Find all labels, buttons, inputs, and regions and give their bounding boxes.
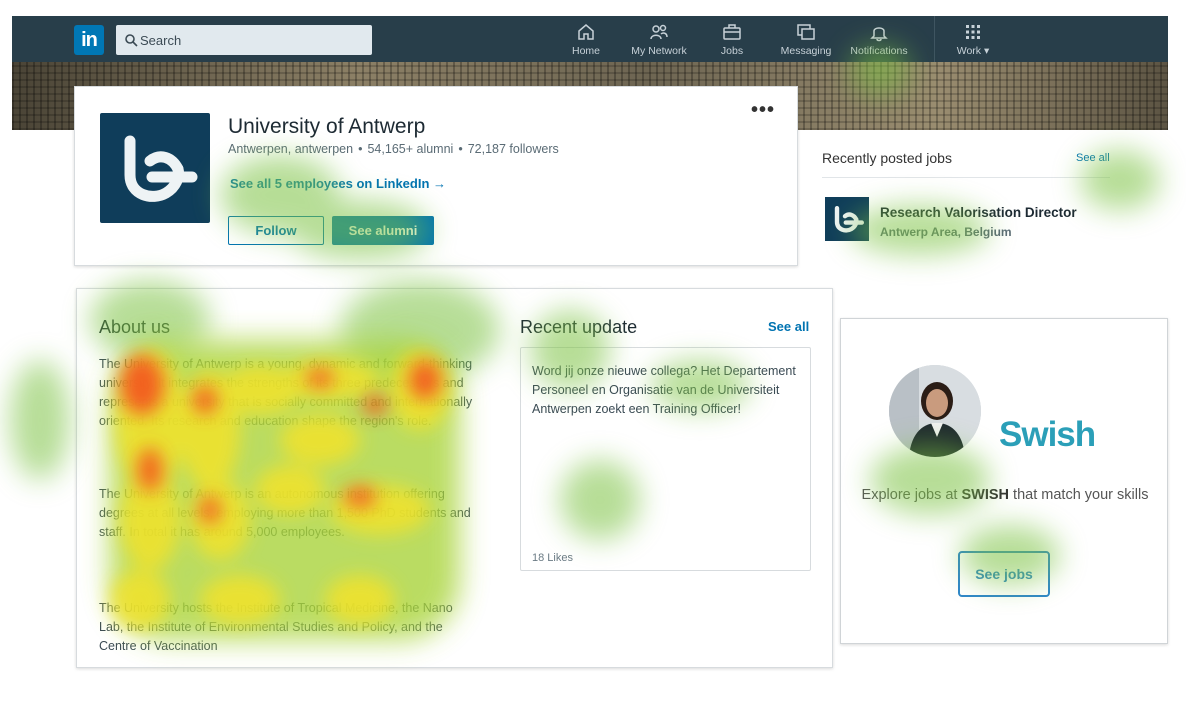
nav-home-label: Home — [571, 45, 600, 57]
recent-jobs-heading: Recently posted jobs — [822, 150, 952, 166]
swish-logo: Swish — [999, 415, 1096, 454]
employees-link[interactable]: See all 5 employees on LinkedIn → — [230, 176, 446, 191]
update-text: Word jij onze nieuwe collega? Het Depart… — [532, 364, 796, 416]
nav-notifications-label: Notifications — [850, 45, 908, 57]
uantwerp-logo-mark-small — [834, 206, 864, 233]
nav-jobs[interactable]: Jobs — [716, 22, 748, 60]
ad-person-photo — [889, 365, 981, 457]
nav-messaging[interactable]: Messaging — [776, 22, 836, 60]
home-icon — [578, 24, 594, 40]
ad-text-prefix: Explore jobs at — [861, 487, 962, 503]
company-followers: 72,187 followers — [467, 142, 559, 156]
job-company-logo[interactable] — [825, 197, 869, 241]
messaging-icon — [797, 24, 815, 40]
nav-work[interactable]: Work ▾ — [952, 22, 994, 60]
about-card: About us The University of Antwerp is a … — [76, 288, 833, 668]
ad-card: Swish Explore jobs at SWISH that match y… — [840, 318, 1168, 644]
ad-text-suffix: that match your skills — [1009, 487, 1149, 503]
follow-button[interactable]: Follow — [228, 216, 324, 245]
top-nav-bar: in Home My Network Jobs Messaging Notifi… — [12, 16, 1168, 62]
about-heading: About us — [99, 317, 171, 337]
grid-icon — [966, 25, 980, 39]
search-icon — [125, 34, 138, 47]
company-logo — [100, 113, 210, 223]
linkedin-logo[interactable]: in — [74, 25, 104, 55]
company-name: University of Antwerp — [228, 115, 426, 138]
about-paragraph: The University of Antwerp is an autonomo… — [99, 487, 471, 539]
recent-jobs-see-all-link[interactable]: See all — [1076, 152, 1110, 164]
update-post[interactable]: Word jij onze nieuwe collega? Het Depart… — [520, 347, 811, 571]
bell-icon — [870, 27, 888, 42]
job-location: Antwerp Area, Belgium — [880, 225, 1012, 239]
nav-work-label: Work ▾ — [956, 45, 990, 57]
recent-update-heading: Recent update — [520, 317, 638, 337]
nav-home[interactable]: Home — [564, 22, 608, 60]
nav-my-network-label: My Network — [631, 45, 687, 57]
nav-messaging-label: Messaging — [780, 45, 832, 57]
nav-divider — [934, 16, 935, 62]
company-top-card: University of Antwerp Antwerpen, antwerp… — [74, 86, 798, 266]
see-jobs-button[interactable]: See jobs — [958, 551, 1050, 597]
company-meta: Antwerpen, antwerpen • 54,165+ alumni • 72,1… — [228, 142, 559, 156]
see-alumni-button[interactable]: See alumni — [332, 216, 434, 245]
about-paragraph: The University hosts the Institute of Tr… — [99, 601, 453, 653]
job-title-link[interactable]: Research Valorisation Director — [880, 205, 1077, 220]
search-box[interactable] — [116, 25, 372, 55]
company-alumni: 54,165+ alumni — [367, 142, 454, 156]
about-paragraph: The University of Antwerp is a young, dy… — [99, 357, 473, 428]
network-icon — [650, 24, 668, 40]
recent-update-see-all-link[interactable]: See all — [768, 319, 809, 334]
nav-jobs-label: Jobs — [720, 45, 744, 57]
search-input[interactable] — [140, 25, 360, 55]
ad-text: Explore jobs at SWISH that match your sk… — [861, 484, 1149, 506]
ad-text-brand: SWISH — [961, 487, 1010, 503]
divider — [822, 177, 1110, 178]
update-likes-count[interactable]: 18 Likes — [532, 552, 573, 564]
more-options-icon[interactable]: ••• — [751, 99, 775, 122]
nav-notifications[interactable]: Notifications — [846, 22, 912, 60]
company-location: Antwerpen, antwerpen — [228, 142, 354, 156]
briefcase-icon — [723, 24, 741, 40]
nav-my-network[interactable]: My Network — [626, 22, 692, 60]
uantwerp-logo-mark — [124, 135, 198, 202]
